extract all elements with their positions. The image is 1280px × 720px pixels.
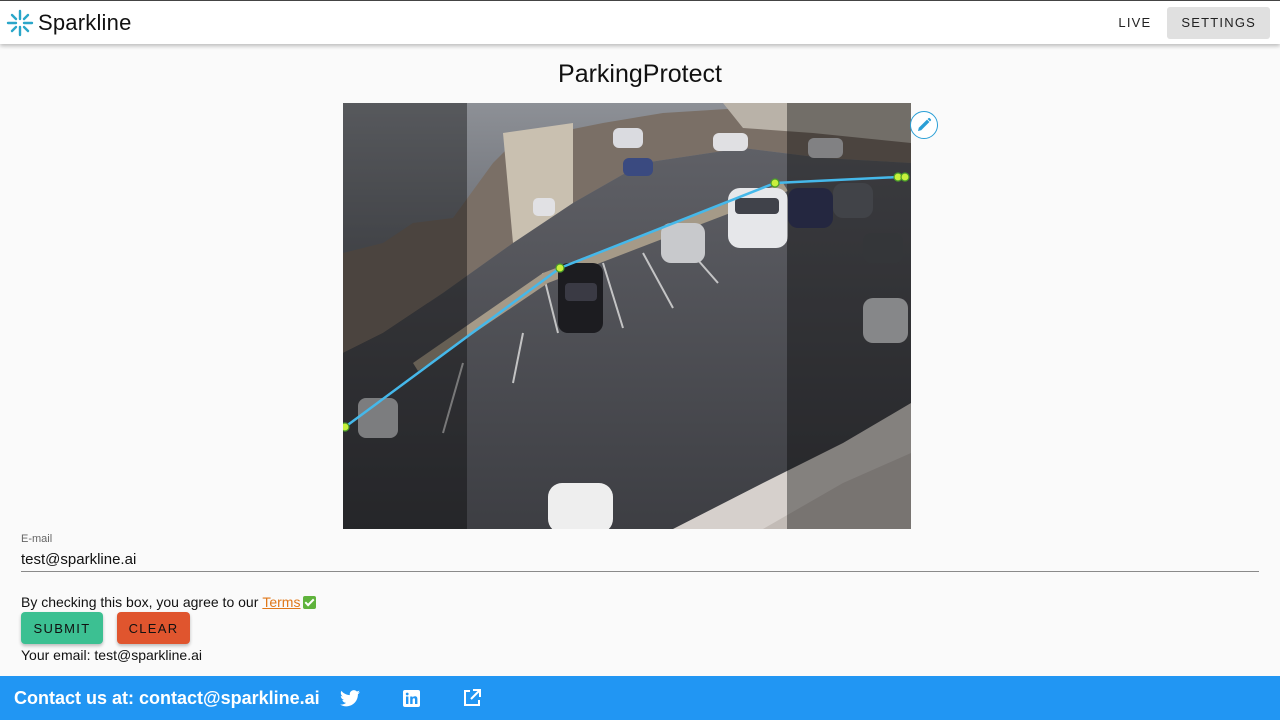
email-input[interactable]	[21, 547, 1259, 572]
nav-settings-button[interactable]: SETTINGS	[1167, 7, 1270, 39]
checkbox-checked-icon[interactable]	[303, 595, 317, 609]
submit-button[interactable]: SUBMIT	[21, 612, 103, 644]
terms-link[interactable]: Terms	[262, 594, 300, 610]
camera-image	[343, 103, 911, 529]
external-link-icon[interactable]	[462, 688, 482, 708]
clear-button[interactable]: CLEAR	[117, 612, 190, 644]
nav-live-button[interactable]: LIVE	[1104, 7, 1165, 39]
twitter-icon[interactable]	[339, 688, 360, 708]
sparkline-logo-icon	[6, 9, 34, 37]
consent-row: By checking this box, you agree to our T…	[21, 594, 317, 610]
linkedin-icon[interactable]	[402, 688, 422, 708]
footer: Contact us at: contact@sparkline.ai	[0, 676, 1280, 720]
camera-feed[interactable]	[343, 103, 911, 529]
consent-text: By checking this box, you agree to our	[21, 594, 259, 610]
brand[interactable]: Sparkline	[6, 9, 132, 37]
app-bar: Sparkline LIVE SETTINGS	[0, 0, 1280, 44]
email-label: E-mail	[21, 533, 53, 545]
brand-name: Sparkline	[38, 10, 132, 35]
top-nav: LIVE SETTINGS	[1104, 7, 1270, 39]
edit-line-button[interactable]	[910, 111, 938, 139]
page-title: ParkingProtect	[558, 60, 722, 88]
footer-contact-text: Contact us at: contact@sparkline.ai	[14, 687, 320, 708]
your-email-text: Your email: test@sparkline.ai	[21, 647, 203, 663]
pencil-icon	[918, 117, 932, 131]
